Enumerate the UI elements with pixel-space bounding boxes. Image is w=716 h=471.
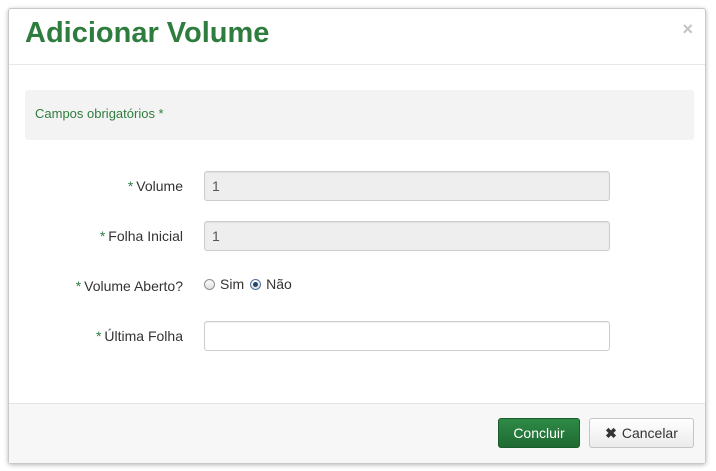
ultima-folha-label: * Última Folha <box>96 328 183 344</box>
modal-header: Adicionar Volume × <box>9 9 705 65</box>
folha-inicial-label: * Folha Inicial <box>100 228 183 244</box>
radio-sim[interactable] <box>204 278 215 290</box>
radio-nao-label[interactable]: Não <box>266 276 292 292</box>
volume-aberto-row: * Volume Aberto? Sim Não <box>9 271 705 301</box>
concluir-button[interactable]: Concluir <box>498 418 580 448</box>
cancelar-button-label: Cancelar <box>621 425 678 441</box>
required-fields-text: Campos obrigatórios * <box>35 106 164 121</box>
close-icon[interactable]: × <box>682 20 693 38</box>
cancelar-button[interactable]: ✖ Cancelar <box>589 418 694 448</box>
volume-input[interactable] <box>204 171 610 201</box>
volume-label-text: Volume <box>136 178 183 194</box>
required-mark: * <box>95 328 102 344</box>
required-mark: * <box>99 228 106 244</box>
ultima-folha-row: * Última Folha <box>9 321 705 351</box>
volume-label: * Volume <box>128 178 183 194</box>
required-fields-notice: Campos obrigatórios * <box>25 90 694 140</box>
radio-sim-label[interactable]: Sim <box>220 276 244 292</box>
close-icon: ✖ <box>605 424 617 441</box>
volume-aberto-label: * Volume Aberto? <box>76 278 183 294</box>
required-mark: * <box>127 178 134 194</box>
volume-aberto-radio-group: Sim Não <box>204 276 298 292</box>
volume-aberto-label-text: Volume Aberto? <box>84 278 183 294</box>
ultima-folha-input[interactable] <box>204 321 610 351</box>
required-mark: * <box>75 278 82 294</box>
folha-inicial-row: * Folha Inicial <box>9 221 705 251</box>
folha-inicial-label-text: Folha Inicial <box>108 228 183 244</box>
folha-inicial-input[interactable] <box>204 221 610 251</box>
radio-nao[interactable] <box>250 278 262 290</box>
modal-title: Adicionar Volume <box>25 17 270 49</box>
volume-row: * Volume <box>9 171 705 201</box>
modal-footer: Concluir ✖ Cancelar <box>9 403 705 463</box>
add-volume-modal: Adicionar Volume × Campos obrigatórios *… <box>8 8 706 464</box>
concluir-button-label: Concluir <box>513 425 565 441</box>
ultima-folha-label-text: Última Folha <box>104 328 183 344</box>
